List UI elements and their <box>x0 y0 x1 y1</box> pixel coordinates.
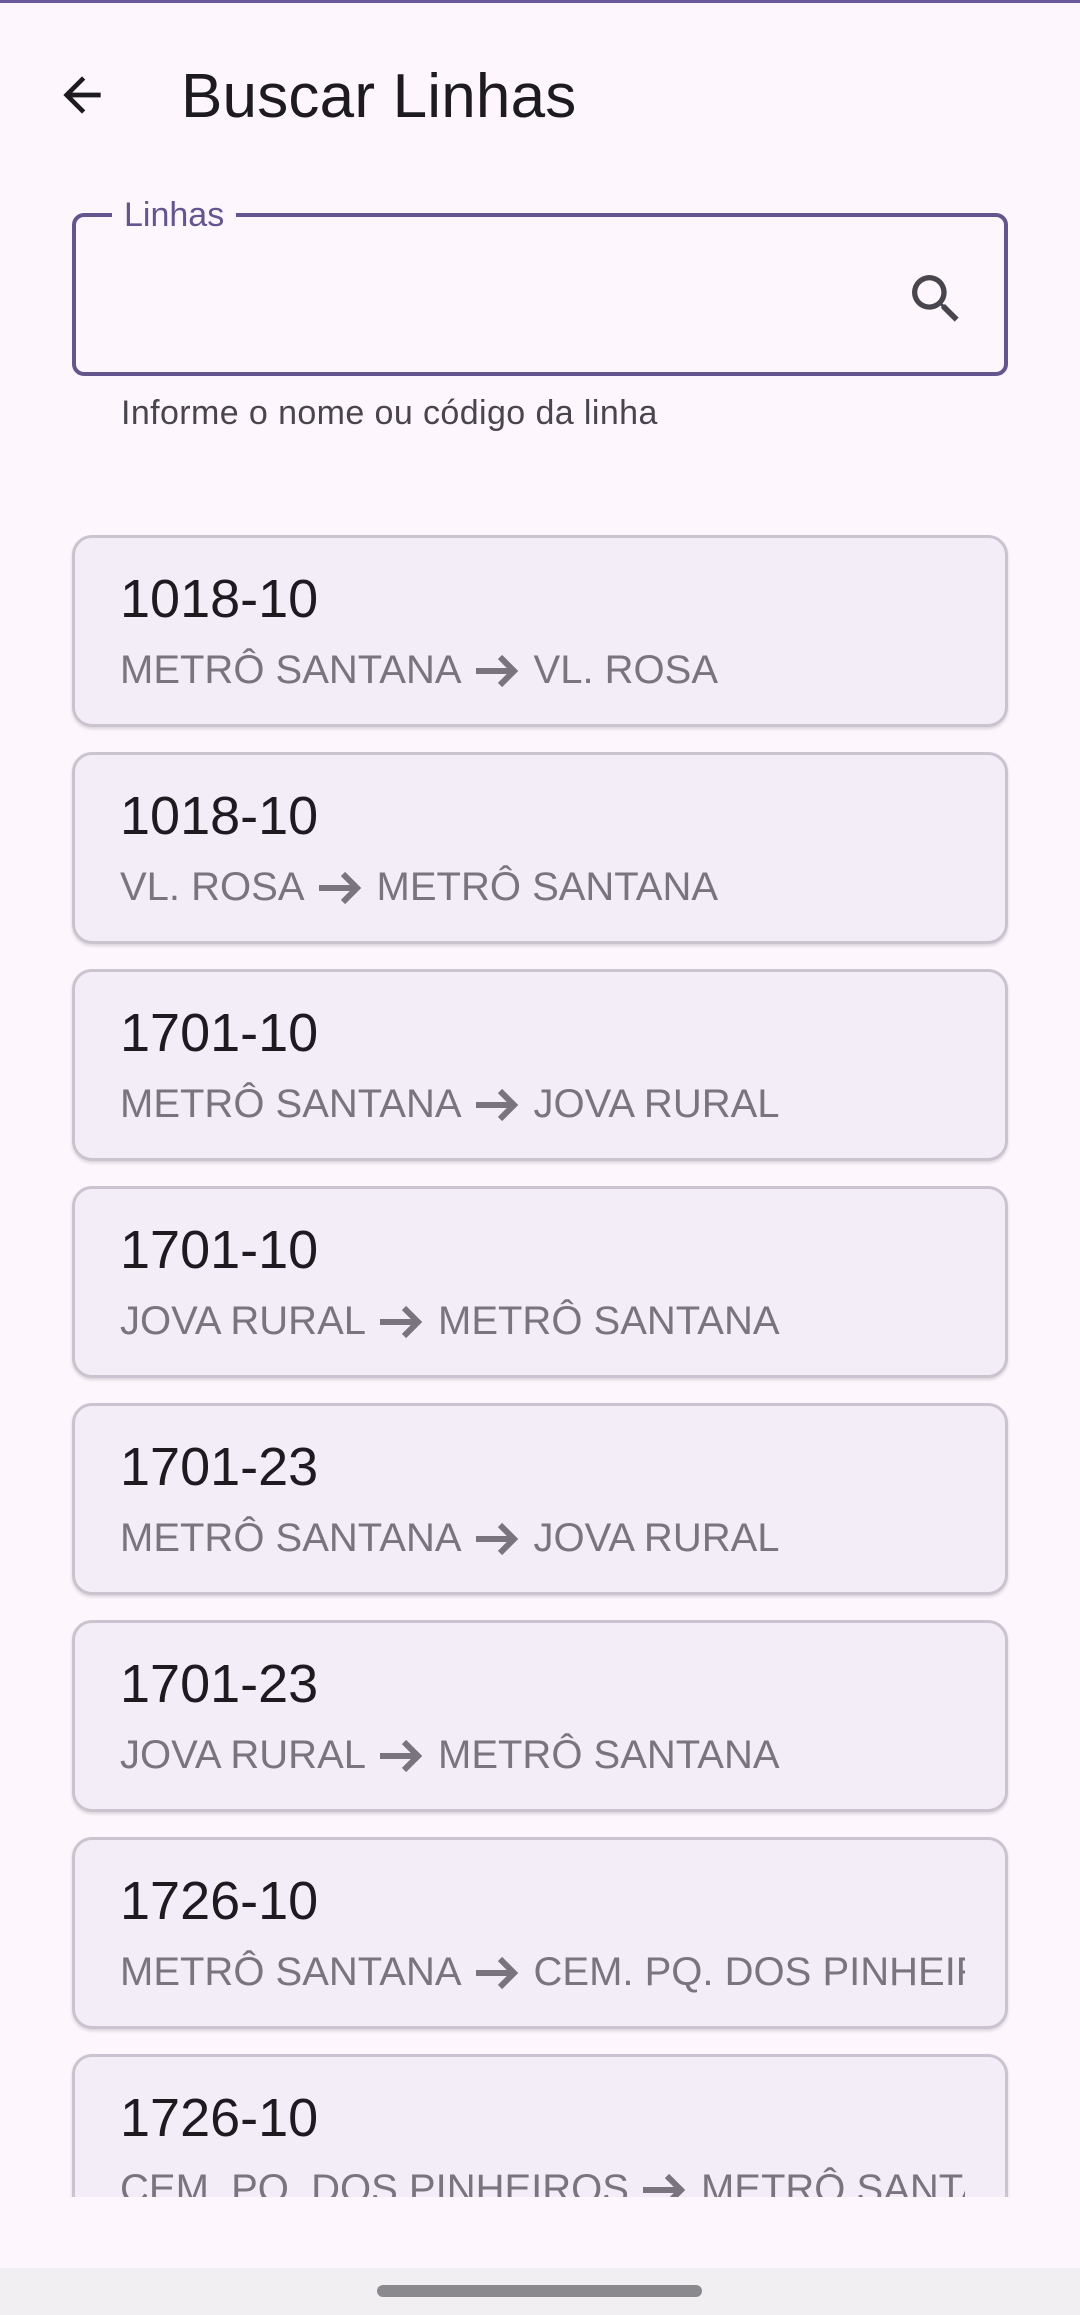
line-route: CEM. PQ. DOS PINHEIROS METRÔ SANTANA <box>120 2167 965 2197</box>
route-destination: CEM. PQ. DOS PINHEIROS <box>533 1950 965 1994</box>
search-helper-text: Informe o nome ou código da linha <box>121 394 658 432</box>
route-destination: JOVA RURAL <box>533 1082 780 1126</box>
arrow-right-icon <box>376 1736 428 1776</box>
route-destination: VL. ROSA <box>533 648 719 692</box>
route-origin: METRÔ SANTANA <box>120 1950 462 1994</box>
route-origin: CEM. PQ. DOS PINHEIROS <box>120 2167 629 2197</box>
line-code: 1701-10 <box>120 1003 319 1063</box>
line-route: METRÔ SANTANA JOVA RURAL <box>120 1516 965 1561</box>
line-route: VL. ROSA METRÔ SANTANA <box>120 865 965 910</box>
page-title: Buscar Linhas <box>181 62 577 131</box>
search-icon <box>912 275 959 322</box>
line-code: 1726-10 <box>120 1871 319 1931</box>
route-destination: METRÔ SANTANA <box>438 1299 780 1343</box>
route-origin: METRÔ SANTANA <box>120 1516 462 1560</box>
list-item[interactable]: 1701-23 JOVA RURAL METRÔ SANTANA <box>72 1620 1008 1812</box>
line-route: METRÔ SANTANA JOVA RURAL <box>120 1082 965 1127</box>
list-item[interactable]: 1726-10 METRÔ SANTANA CEM. PQ. DOS PINHE… <box>72 1837 1008 2029</box>
list-item[interactable]: 1726-10 CEM. PQ. DOS PINHEIROS METRÔ SAN… <box>72 2054 1008 2197</box>
arrow-right-icon <box>472 1519 524 1559</box>
route-destination: METRÔ SANTANA <box>438 1733 780 1777</box>
search-field[interactable]: Linhas <box>72 195 1008 376</box>
arrow-back-icon <box>63 76 101 114</box>
line-code: 1701-23 <box>120 1437 319 1497</box>
line-route: JOVA RURAL METRÔ SANTANA <box>120 1733 965 1778</box>
search-input[interactable] <box>120 257 920 333</box>
arrow-right-icon <box>639 2170 691 2197</box>
arrow-right-icon <box>315 868 367 908</box>
line-code: 1018-10 <box>120 569 319 629</box>
line-code: 1018-10 <box>120 786 319 846</box>
route-origin: JOVA RURAL <box>120 1299 366 1343</box>
route-origin: JOVA RURAL <box>120 1733 366 1777</box>
line-route: JOVA RURAL METRÔ SANTANA <box>120 1299 965 1344</box>
line-code: 1726-10 <box>120 2088 319 2148</box>
arrow-right-icon <box>472 1085 524 1125</box>
list-item[interactable]: 1701-23 METRÔ SANTANA JOVA RURAL <box>72 1403 1008 1595</box>
route-origin: METRÔ SANTANA <box>120 648 462 692</box>
list-item[interactable]: 1018-10 VL. ROSA METRÔ SANTANA <box>72 752 1008 944</box>
route-destination: METRÔ SANTANA <box>376 865 719 909</box>
route-origin: VL. ROSA <box>120 865 305 909</box>
list-item[interactable]: 1701-10 JOVA RURAL METRÔ SANTANA <box>72 1186 1008 1378</box>
back-button[interactable] <box>30 43 134 147</box>
list-item[interactable]: 1701-10 METRÔ SANTANA JOVA RURAL <box>72 969 1008 1161</box>
route-destination: METRÔ SANTANA <box>700 2167 965 2197</box>
route-origin: METRÔ SANTANA <box>120 1082 462 1126</box>
search-button[interactable] <box>896 259 976 339</box>
route-destination: JOVA RURAL <box>533 1516 780 1560</box>
search-field-label: Linhas <box>112 195 237 235</box>
line-code: 1701-10 <box>120 1220 319 1280</box>
line-route: METRÔ SANTANA VL. ROSA <box>120 648 965 693</box>
app-bar: Buscar Linhas <box>0 3 1080 199</box>
arrow-right-icon <box>376 1302 428 1342</box>
lines-list[interactable]: 1018-10 METRÔ SANTANA VL. ROSA 1018-10 V… <box>0 532 1080 2197</box>
home-indicator[interactable] <box>377 2285 702 2297</box>
line-route: METRÔ SANTANA CEM. PQ. DOS PINHEIROS <box>120 1950 965 1995</box>
line-code: 1701-23 <box>120 1654 319 1714</box>
arrow-right-icon <box>472 651 524 691</box>
arrow-right-icon <box>472 1953 524 1993</box>
list-item[interactable]: 1018-10 METRÔ SANTANA VL. ROSA <box>72 535 1008 727</box>
